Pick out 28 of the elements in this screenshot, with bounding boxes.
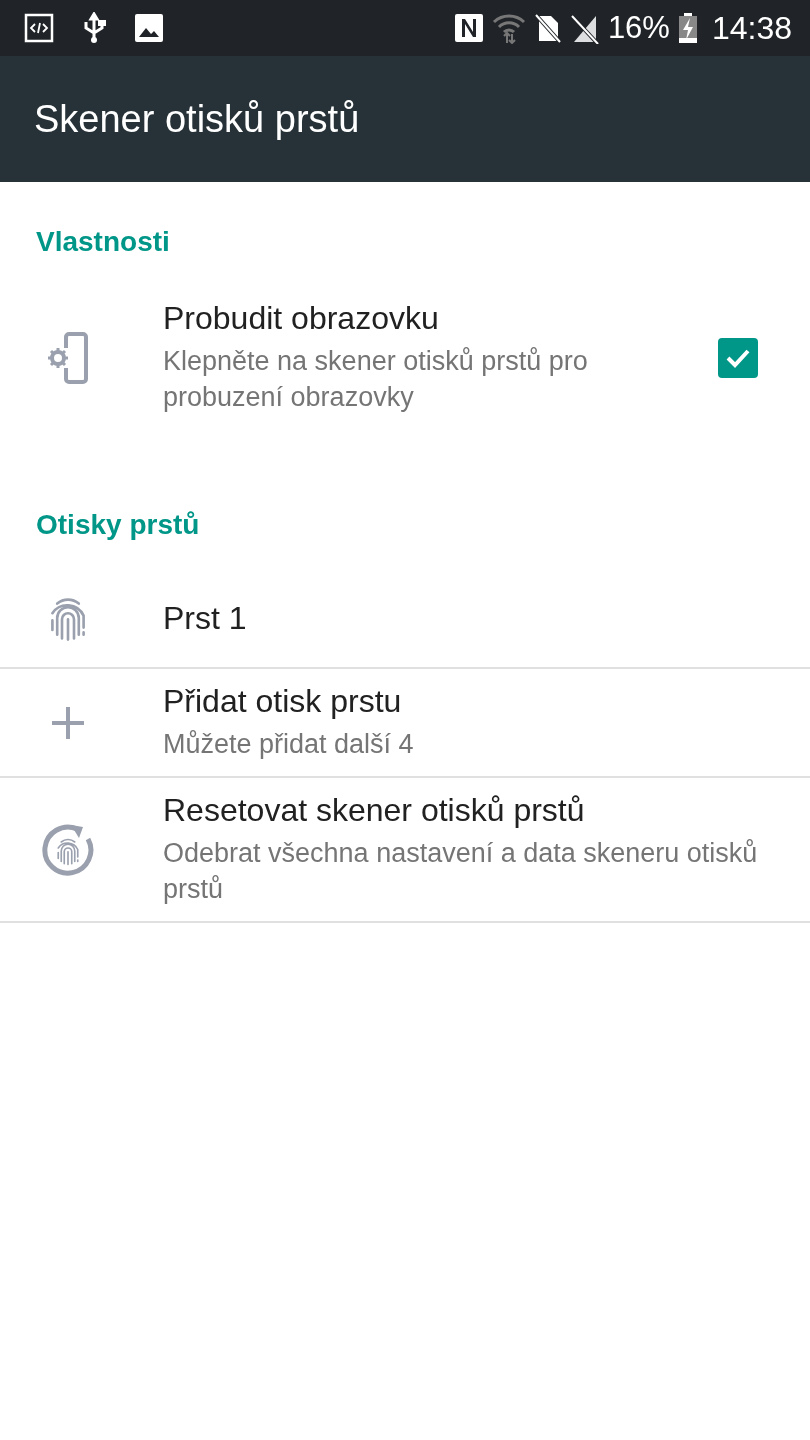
phone-gear-icon xyxy=(46,331,90,384)
settings-item[interactable]: Přidat otisk prstu Můžete přidat další 4 xyxy=(0,669,810,778)
battery-percent: 16% xyxy=(607,10,670,46)
image-icon xyxy=(134,13,164,43)
item-title: Prst 1 xyxy=(163,599,248,637)
item-summary: Odebrat všechna nastavení a data skeneru otisků prstů xyxy=(163,837,759,906)
item-title: Resetovat skener otisků prstů xyxy=(163,792,586,829)
section-header: Otisky prstů xyxy=(35,508,201,542)
toolbar-title: Skener otisků prstů xyxy=(34,97,360,141)
usb-icon xyxy=(82,12,106,44)
clock: 14:38 xyxy=(711,9,792,47)
section-header: Vlastnosti xyxy=(35,225,171,259)
settings-item[interactable]: Resetovat skener otisků prstů Odebrat všechna nastavení a data skeneru otisků prstů xyxy=(0,778,810,923)
settings-item[interactable]: Prst 1 xyxy=(0,569,810,669)
wifi-icon xyxy=(491,12,526,44)
settings-item[interactable]: Probudit obrazovku Klepněte na skener otisků prstů pro probuzení obrazovky xyxy=(0,286,810,429)
item-summary: Klepněte na skener otisků prstů pro probuzení obrazovky xyxy=(163,345,589,414)
nfc-icon xyxy=(453,13,484,43)
plus-icon xyxy=(50,704,86,741)
item-summary: Můžete přidat další 4 xyxy=(163,728,415,761)
no-signal-icon xyxy=(569,12,600,44)
checkbox[interactable] xyxy=(718,337,758,378)
battery-charging-icon xyxy=(677,12,698,44)
no-sim-icon xyxy=(533,12,562,44)
developer-icon xyxy=(24,13,54,43)
item-title: Přidat otisk prstu xyxy=(163,683,403,720)
reset-fingerprint-icon xyxy=(41,822,95,877)
item-title: Probudit obrazovku xyxy=(163,300,440,337)
